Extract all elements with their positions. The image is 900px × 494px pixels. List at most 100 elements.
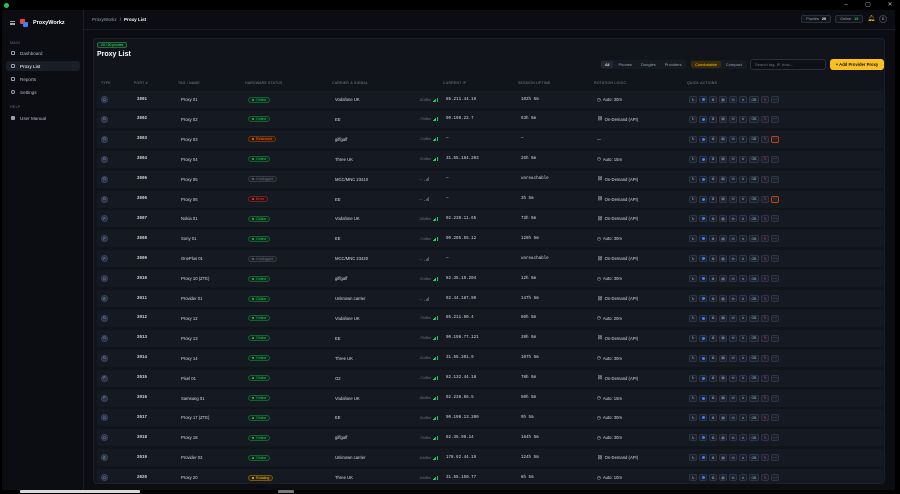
- settings-action-button[interactable]: ⚙: [709, 96, 717, 103]
- gb-action-button[interactable]: GB: [749, 354, 759, 362]
- more-action-button[interactable]: ⋯: [771, 474, 779, 482]
- refresh-action-button[interactable]: ↻: [689, 255, 697, 263]
- hash-action-button[interactable]: #: [739, 394, 747, 402]
- sidebar-item-proxy-list[interactable]: Proxy List: [6, 61, 80, 71]
- more-action-button[interactable]: ⋯: [771, 334, 779, 342]
- table-row[interactable]: D 2004 Proxy 04 Online Three UK -91dBm 31.55.1…: [97, 150, 883, 168]
- toggle-action-button[interactable]: [699, 195, 707, 203]
- proxy-name[interactable]: Proxy 04: [181, 151, 198, 168]
- table-row[interactable]: D 2006 Proxy 06 Error EE — — 3h 5m ⛓ On-Demand (A…: [97, 190, 883, 208]
- hash-action-button[interactable]: #: [739, 314, 747, 322]
- mail-action-button[interactable]: ✉: [729, 96, 737, 103]
- toggle-action-button[interactable]: [699, 295, 707, 302]
- copy-action-button[interactable]: ▤: [719, 235, 727, 243]
- table-row[interactable]: P 2007 Nokia 01 Online Vodafone UK -85dBm 92.2…: [97, 210, 883, 228]
- more-action-button[interactable]: ⋯: [771, 354, 779, 362]
- kill-action-button[interactable]: ✎: [761, 215, 769, 223]
- proxy-name[interactable]: Proxy 06: [181, 191, 198, 208]
- toggle-action-button[interactable]: [699, 155, 707, 163]
- table-row[interactable]: D 2001 Proxy 01 Online Vodafone UK -61dBm 85.2…: [97, 91, 883, 108]
- proxy-name[interactable]: Proxy 02: [181, 111, 198, 128]
- copy-action-button[interactable]: ▤: [719, 135, 727, 143]
- copy-action-button[interactable]: ▤: [719, 394, 727, 402]
- mail-action-button[interactable]: ✉: [729, 115, 737, 123]
- scrollbar-thumb[interactable]: [278, 490, 294, 493]
- proxy-name[interactable]: Proxy 05: [181, 171, 198, 188]
- refresh-action-button[interactable]: ↻: [689, 394, 697, 402]
- refresh-action-button[interactable]: ↻: [689, 414, 697, 422]
- filter-phones[interactable]: Phones: [614, 61, 636, 68]
- gb-action-button[interactable]: GB: [749, 334, 759, 342]
- copy-action-button[interactable]: ▤: [719, 255, 727, 263]
- more-action-button[interactable]: ⋯: [771, 275, 779, 283]
- refresh-action-button[interactable]: ↻: [689, 155, 697, 163]
- toggle-action-button[interactable]: [699, 414, 707, 422]
- gb-action-button[interactable]: GB: [749, 195, 759, 203]
- mail-action-button[interactable]: ✉: [729, 414, 737, 422]
- kill-action-button[interactable]: ✎: [761, 295, 769, 302]
- more-action-button[interactable]: ⋯: [771, 414, 779, 422]
- sidebar-item-settings[interactable]: Settings: [6, 87, 80, 97]
- filter-all[interactable]: All: [601, 61, 614, 68]
- more-action-button[interactable]: ⋯: [771, 175, 779, 183]
- kill-action-button[interactable]: ✎: [761, 96, 769, 103]
- sidebar-item-user-manual[interactable]: User Manual: [6, 113, 80, 123]
- mail-action-button[interactable]: ✉: [729, 235, 737, 243]
- current-ip[interactable]: 92.44.187.90: [446, 290, 476, 307]
- current-ip[interactable]: 82.132.44.18: [446, 370, 476, 387]
- current-ip[interactable]: 85.211.44.19: [446, 91, 476, 108]
- settings-action-button[interactable]: ⚙: [709, 275, 717, 283]
- proxy-name[interactable]: Samsung 01: [181, 390, 205, 407]
- settings-action-button[interactable]: ⚙: [709, 334, 717, 342]
- table-row[interactable]: D 2018 Proxy 18 Online giffgaff -79dBm 82.35.9…: [97, 429, 883, 447]
- hash-action-button[interactable]: #: [739, 354, 747, 362]
- mail-action-button[interactable]: ✉: [729, 474, 737, 482]
- proxy-name[interactable]: Proxy 13: [181, 330, 198, 347]
- kill-action-button[interactable]: ✎: [761, 474, 769, 482]
- menu-icon[interactable]: [10, 21, 15, 25]
- current-ip[interactable]: 178.62.44.19: [446, 449, 476, 466]
- refresh-action-button[interactable]: ↻: [689, 115, 697, 123]
- current-ip[interactable]: 92.238.11.65: [446, 210, 476, 227]
- mail-action-button[interactable]: ✉: [729, 155, 737, 163]
- sidebar-item-reports[interactable]: Reports: [6, 74, 80, 84]
- density-comfortable[interactable]: Comfortable: [691, 61, 721, 68]
- density-compact[interactable]: Compact: [722, 61, 746, 68]
- copy-action-button[interactable]: ▤: [719, 434, 727, 442]
- proxy-name[interactable]: Proxy 20: [181, 469, 198, 483]
- settings-action-button[interactable]: ⚙: [709, 255, 717, 263]
- table-row[interactable]: P 2009 OnePlus 01 Unplugged MCC/MNC 23420 — — u…: [97, 250, 883, 268]
- refresh-action-button[interactable]: ↻: [689, 295, 697, 302]
- search-input[interactable]: [750, 59, 826, 70]
- gb-action-button[interactable]: GB: [749, 96, 759, 103]
- gb-action-button[interactable]: GB: [749, 374, 759, 382]
- table-row[interactable]: D 2003 Proxy 03 Restricted giffgaff -71dBm — — —…: [97, 130, 883, 148]
- add-provider-proxy-button[interactable]: + Add Provider Proxy: [830, 59, 884, 70]
- settings-action-button[interactable]: ⚙: [709, 454, 717, 462]
- gb-action-button[interactable]: GB: [749, 235, 759, 243]
- proxy-name[interactable]: Proxy 14: [181, 350, 198, 367]
- toggle-action-button[interactable]: [699, 454, 707, 462]
- mail-action-button[interactable]: ✉: [729, 374, 737, 382]
- table-row[interactable]: D 2020 Proxy 20 Rotating Three UK -64dBm 31.55…: [97, 469, 883, 483]
- gb-action-button[interactable]: GB: [749, 295, 759, 302]
- mail-action-button[interactable]: ✉: [729, 314, 737, 322]
- refresh-action-button[interactable]: ↻: [689, 195, 697, 203]
- more-action-button[interactable]: ⋯: [771, 96, 779, 103]
- settings-action-button[interactable]: ⚙: [709, 314, 717, 322]
- proxy-name[interactable]: Proxy 12: [181, 310, 198, 327]
- copy-action-button[interactable]: ▤: [719, 295, 727, 302]
- toggle-action-button[interactable]: [699, 354, 707, 362]
- proxy-name[interactable]: Proxy 03: [181, 131, 198, 148]
- kill-action-button[interactable]: ✎: [761, 374, 769, 382]
- filter-providers[interactable]: Providers: [661, 61, 686, 68]
- mail-action-button[interactable]: ✉: [729, 334, 737, 342]
- current-ip[interactable]: 82.35.99.14: [446, 429, 474, 446]
- refresh-action-button[interactable]: ↻: [689, 354, 697, 362]
- table-row[interactable]: E 2019 Provider 02 Online Unknown carrier -64…: [97, 449, 883, 467]
- settings-action-button[interactable]: ⚙: [709, 135, 717, 143]
- more-action-button[interactable]: ⋯: [771, 195, 779, 203]
- table-row[interactable]: D 2010 Proxy 10 (ZTE) Online giffgaff -91dBm 8…: [97, 270, 883, 288]
- toggle-action-button[interactable]: [699, 374, 707, 382]
- settings-action-button[interactable]: ⚙: [709, 474, 717, 482]
